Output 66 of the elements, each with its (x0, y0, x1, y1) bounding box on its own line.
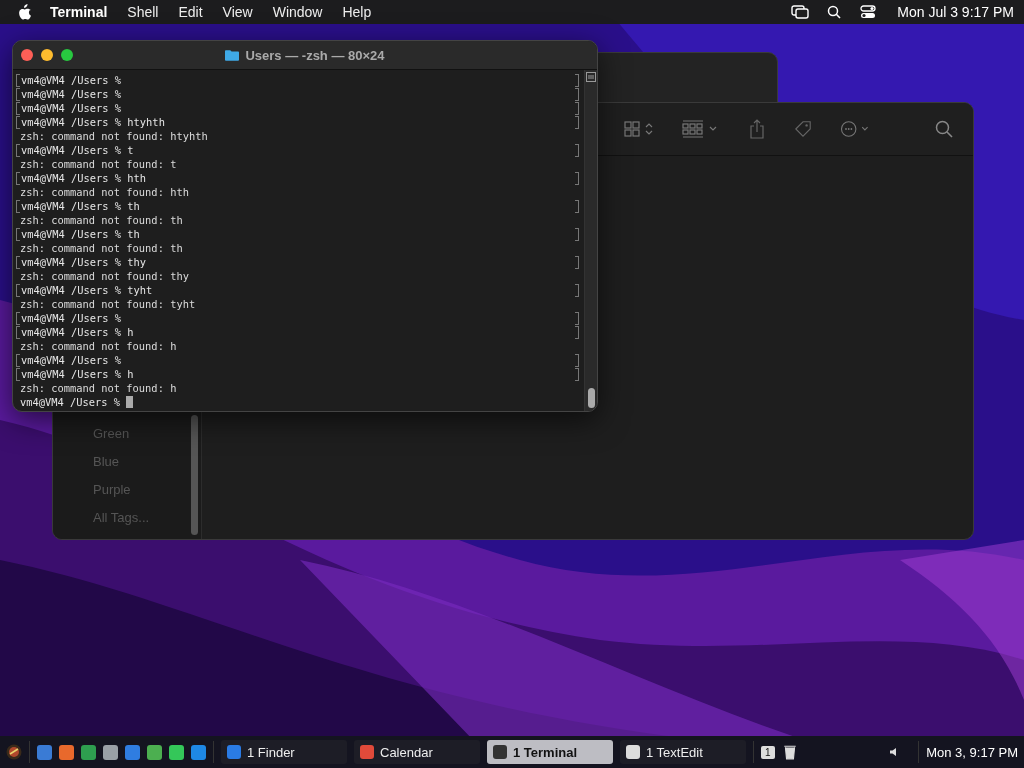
terminal-line: vm4@VM4 /Users % (21, 74, 123, 86)
terminal-line: vm4@VM4 /Users % hth (21, 172, 147, 184)
terminal-line: vm4@VM4 /Users % tyht (21, 284, 153, 296)
workspace-button[interactable]: 1 (761, 745, 775, 759)
terminal-line: vm4@VM4 /Users % htyhth (21, 116, 165, 128)
terminal-line: zsh: command not found: th (20, 242, 183, 254)
menu-item[interactable]: Edit (178, 4, 203, 20)
terminal-line: vm4@VM4 /Users % (21, 102, 123, 114)
scrollbar[interactable] (191, 415, 198, 535)
taskbar-button[interactable]: 1 TextEdit (620, 740, 746, 764)
trash-icon[interactable] (781, 744, 798, 760)
toggle-icon[interactable] (859, 5, 878, 19)
menu-item[interactable]: Shell (127, 4, 159, 20)
apple-icon[interactable] (18, 4, 32, 20)
terminal-line: zsh: command not found: thy (20, 270, 189, 282)
taskbar-button[interactable]: 1 Finder (221, 740, 347, 764)
app-icon[interactable] (191, 744, 206, 760)
more-icon[interactable] (840, 120, 870, 138)
app-icon (227, 745, 241, 759)
terminal-line: vm4@VM4 /Users % (21, 312, 123, 324)
terminal-line: vm4@VM4 /Users % t (21, 144, 134, 156)
zoom-button[interactable] (61, 49, 73, 61)
menu-item[interactable]: Help (342, 4, 372, 20)
terminal-line: zsh: command not found: th (20, 214, 183, 226)
menu-item[interactable]: Terminal (50, 4, 108, 20)
grid-icon[interactable] (624, 120, 654, 138)
terminal-line: zsh: command not found: hth (20, 186, 189, 198)
taskbar-clock[interactable]: Mon 3, 9:17 PM (926, 744, 1018, 760)
app-icon (493, 745, 507, 759)
minimize-button[interactable] (41, 49, 53, 61)
app-icon[interactable] (169, 744, 184, 760)
menu-logo-icon[interactable] (6, 744, 22, 760)
terminal-line: vm4@VM4 /Users % th (21, 200, 140, 212)
app-icon (360, 745, 374, 759)
close-button[interactable] (21, 49, 33, 61)
folder-icon (225, 49, 240, 61)
app-icon[interactable] (103, 744, 118, 760)
app-icon[interactable] (37, 744, 52, 760)
terminal-line: vm4@VM4 /Users % (20, 396, 122, 408)
terminal-line: vm4@VM4 /Users % thy (21, 256, 147, 268)
terminal-line: vm4@VM4 /Users % (21, 88, 123, 100)
terminal-line: zsh: command not found: htyhth (20, 130, 208, 142)
menu-clock[interactable]: Mon Jul 3 9:17 PM (897, 4, 1014, 20)
app-icon[interactable] (59, 744, 74, 760)
terminal-line: vm4@VM4 /Users % h (21, 368, 134, 380)
terminal-line: vm4@VM4 /Users % th (21, 228, 140, 240)
terminal-line: zsh: command not found: h (20, 340, 177, 352)
terminal-line: zsh: command not found: tyht (20, 298, 196, 310)
app-icon (626, 745, 640, 759)
tag-icon[interactable] (794, 119, 812, 139)
taskbar-button[interactable]: Calendar (354, 740, 480, 764)
share-icon[interactable] (748, 119, 766, 139)
app-icon[interactable] (147, 744, 162, 760)
menu-item[interactable]: Window (272, 4, 323, 20)
app-icon[interactable] (81, 744, 96, 760)
windows-icon[interactable] (791, 5, 810, 19)
split-pane-icon[interactable] (586, 72, 596, 82)
terminal-line: zsh: command not found: h (20, 382, 177, 394)
window-title: Users — -zsh — 80×24 (245, 47, 385, 63)
app-icon[interactable] (125, 744, 140, 760)
taskbar-button[interactable]: 1 Terminal (487, 740, 613, 764)
terminal-line: vm4@VM4 /Users % h (21, 326, 134, 338)
terminal-line: vm4@VM4 /Users % (21, 354, 123, 366)
menu-item[interactable]: View (222, 4, 253, 20)
scrollbar-thumb[interactable] (587, 388, 595, 408)
terminal-line: zsh: command not found: t (20, 158, 177, 170)
